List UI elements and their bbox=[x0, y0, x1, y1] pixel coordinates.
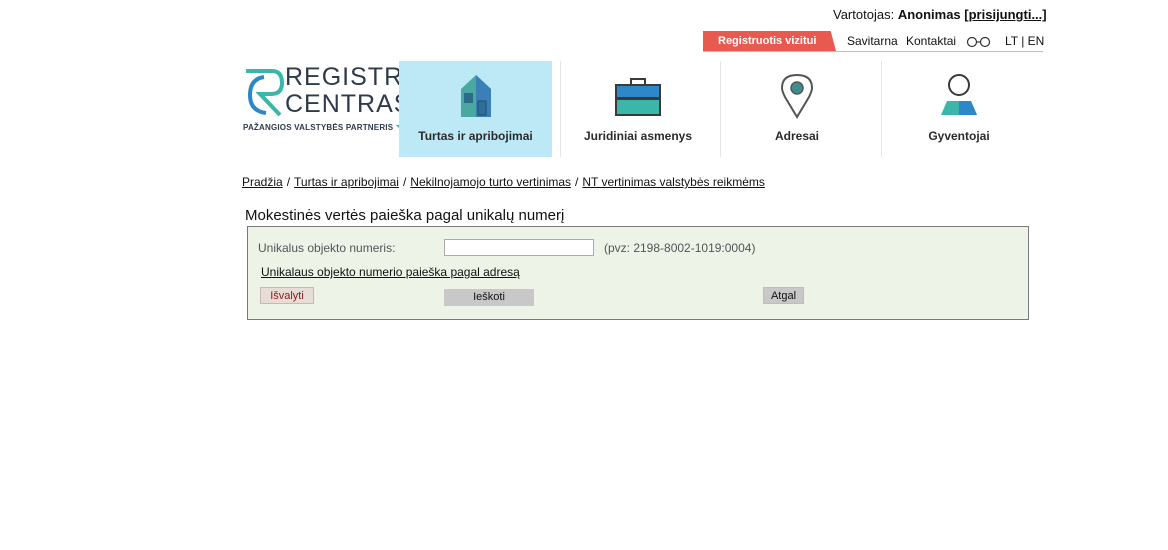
breadcrumb-turtas[interactable]: Turtas ir apribojimai bbox=[294, 175, 399, 189]
nav-tab-label: Adresai bbox=[774, 129, 820, 143]
login-link[interactable]: [prisijungti...] bbox=[964, 7, 1046, 22]
nav-tab-juridiniai[interactable]: Juridiniai asmenys bbox=[562, 61, 714, 157]
object-number-hint: (pvz: 2198-8002-1019:0004) bbox=[604, 241, 756, 255]
logo-subtitle-text: PAŽANGIOS VALSTYBĖS PARTNERIS bbox=[243, 123, 394, 132]
nav-tab-label: Gyventojai bbox=[928, 129, 990, 143]
breadcrumb-separator: / bbox=[575, 175, 579, 189]
user-status: Vartotojas: Anonimas [prisijungti...] bbox=[833, 7, 1047, 22]
breadcrumb-separator: / bbox=[286, 175, 291, 189]
user-prefix: Vartotojas: bbox=[833, 7, 895, 22]
nav-tab-turtas[interactable]: Turtas ir apribojimai bbox=[399, 61, 552, 157]
page-title: Mokestinės vertės paieška pagal unikalų … bbox=[245, 207, 565, 224]
clear-button[interactable]: Išvalyti bbox=[260, 287, 314, 304]
contacts-link[interactable]: Kontaktai bbox=[906, 34, 956, 48]
nav-tab-adresai[interactable]: Adresai bbox=[722, 61, 872, 157]
nav-divider bbox=[560, 61, 561, 157]
back-button[interactable]: Atgal bbox=[763, 287, 804, 304]
object-number-label: Unikalus objekto numeris: bbox=[258, 241, 396, 255]
nav-tab-label: Juridiniai asmenys bbox=[583, 129, 693, 143]
language-switcher[interactable]: LT | EN bbox=[1005, 34, 1044, 48]
nav-tab-label: Turtas ir apribojimai bbox=[418, 129, 533, 143]
nav-divider bbox=[881, 61, 882, 157]
breadcrumb-home[interactable]: Pradžia bbox=[242, 175, 283, 189]
breadcrumb: Pradžia / Turtas ir apribojimai / Nekilnojam… bbox=[242, 175, 765, 189]
header-divider bbox=[703, 51, 1043, 52]
breadcrumb-nt-vertinimas[interactable]: Nekilnojamojo turto vertinimas bbox=[410, 175, 571, 189]
logo-mark-icon bbox=[246, 69, 285, 117]
user-name: Anonimas bbox=[897, 7, 961, 22]
breadcrumb-separator: / bbox=[402, 175, 407, 189]
register-visit-button[interactable]: Registruotis vizitui bbox=[703, 31, 836, 51]
map-pin-icon bbox=[780, 73, 814, 124]
briefcase-icon bbox=[614, 73, 662, 122]
nav-tab-gyventojai[interactable]: Gyventojai bbox=[883, 61, 1035, 157]
search-button[interactable]: Ieškoti bbox=[444, 289, 534, 306]
address-search-link[interactable]: Unikalaus objekto numerio paieška pagal … bbox=[261, 265, 520, 279]
person-icon bbox=[939, 73, 979, 122]
nav-divider bbox=[720, 61, 721, 157]
house-icon bbox=[458, 73, 494, 124]
logo-subtitle: PAŽANGIOS VALSTYBĖS PARTNERIS ◥ bbox=[243, 123, 402, 132]
object-number-input[interactable] bbox=[444, 239, 594, 256]
breadcrumb-nt-valstybes[interactable]: NT vertinimas valstybės reikmėms bbox=[582, 175, 764, 189]
self-service-link[interactable]: Savitarna bbox=[847, 34, 898, 48]
